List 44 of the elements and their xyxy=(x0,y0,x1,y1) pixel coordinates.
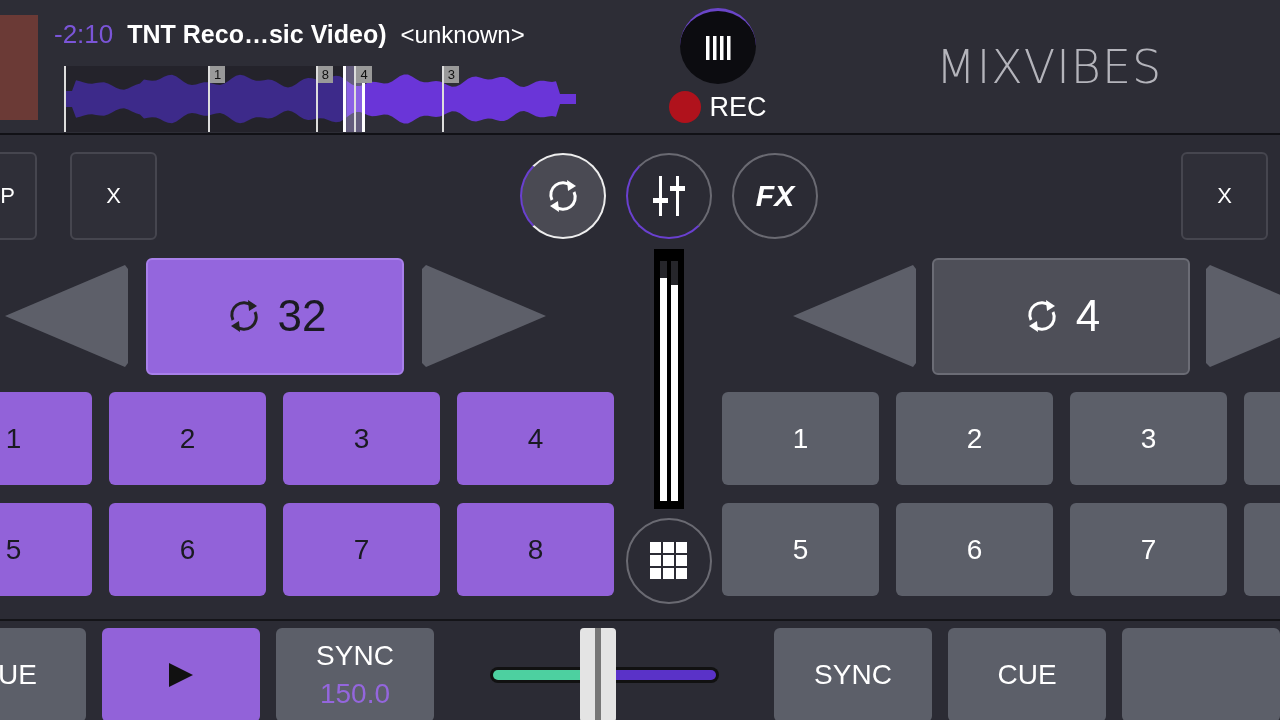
pad-button[interactable]: 1 xyxy=(0,392,92,485)
close-button[interactable]: X xyxy=(1181,152,1268,240)
crossfader-handle[interactable] xyxy=(579,628,616,720)
loop-length-button[interactable]: 4 xyxy=(932,257,1190,375)
cue-marker-flag[interactable]: 3 xyxy=(443,66,459,83)
cue-marker-flag[interactable]: 4 xyxy=(356,66,372,83)
time-remaining: -2:10 xyxy=(54,19,114,50)
grid-icon xyxy=(649,542,688,580)
play-icon xyxy=(167,661,195,689)
play-button[interactable] xyxy=(102,628,260,720)
deck-button[interactable]: P xyxy=(0,152,37,240)
close-button[interactable]: X xyxy=(70,152,157,240)
fx-mode-button[interactable]: FX xyxy=(732,153,818,239)
pad-button[interactable]: 2 xyxy=(109,392,266,485)
track-artist: <unknown> xyxy=(400,21,525,49)
cue-marker-flag[interactable]: 1 xyxy=(209,66,226,83)
loop-length-button[interactable]: 32 xyxy=(146,257,404,375)
pad-button[interactable]: 2 xyxy=(896,392,1053,485)
sync-button[interactable]: SYNC 150.0 xyxy=(276,628,434,720)
pad-button[interactable]: 5 xyxy=(722,503,879,596)
pad-button[interactable]: 1 xyxy=(722,392,879,485)
pad-button[interactable]: 3 xyxy=(283,392,440,485)
pads-grid-button[interactable] xyxy=(625,518,712,604)
pad-button[interactable]: 3 xyxy=(1070,392,1227,485)
loop-length: 32 xyxy=(277,291,327,341)
loop-length: 4 xyxy=(1075,291,1101,341)
sync-button[interactable]: SYNC xyxy=(774,628,932,720)
bars-icon xyxy=(704,33,732,62)
mixer-mode-button[interactable] xyxy=(626,153,712,239)
pad-button[interactable]: 8 xyxy=(457,503,614,596)
cue-button[interactable]: CUE xyxy=(948,628,1106,720)
pad-button[interactable]: 5 xyxy=(0,503,92,596)
pad-button[interactable]: 6 xyxy=(109,503,266,596)
pad-button[interactable]: 6 xyxy=(896,503,1053,596)
pad-button[interactable]: 7 xyxy=(283,503,440,596)
cue-button[interactable]: UE xyxy=(0,628,86,720)
crossfader[interactable] xyxy=(490,628,719,720)
record-dot-icon[interactable] xyxy=(669,91,702,123)
pad-button[interactable]: 7 xyxy=(1070,503,1227,596)
track-title: TNT Reco…sic Video) xyxy=(127,20,387,49)
pad-button[interactable]: 4 xyxy=(457,392,614,485)
logo-text: MIXVIBES xyxy=(936,40,1163,96)
cue-marker-flag[interactable]: 8 xyxy=(317,66,334,83)
record-label[interactable]: REC xyxy=(709,91,767,123)
